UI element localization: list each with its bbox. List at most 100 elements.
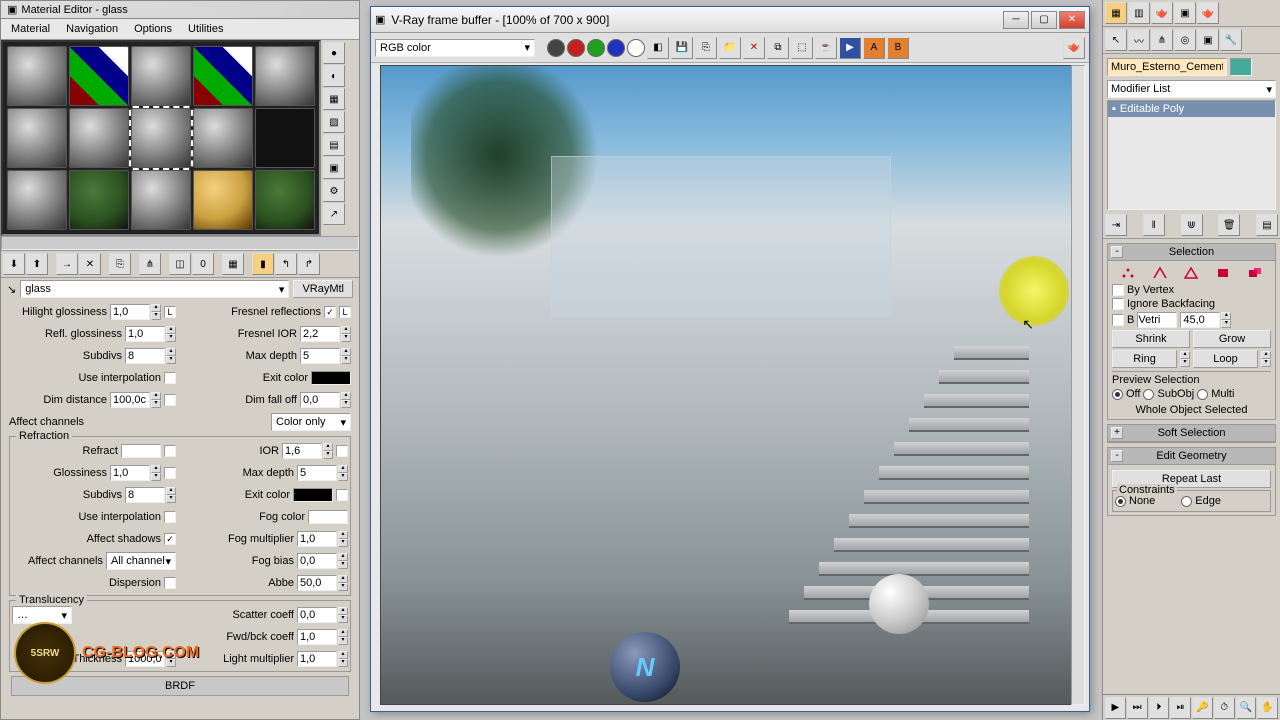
- sample-slot[interactable]: [255, 46, 315, 106]
- zoom-icon[interactable]: 🔍: [1236, 697, 1257, 719]
- green-channel-icon[interactable]: [587, 39, 605, 57]
- border-subobj-icon[interactable]: [1183, 266, 1199, 280]
- refr-ior-input[interactable]: [282, 443, 322, 459]
- select-icon[interactable]: ↖: [1105, 29, 1127, 51]
- sample-slot[interactable]: [193, 46, 253, 106]
- preview-icon[interactable]: ▣: [323, 157, 345, 179]
- track-mouse-icon[interactable]: ⬚: [791, 37, 813, 59]
- dim-checkbox[interactable]: [164, 394, 176, 406]
- sample-slot[interactable]: [69, 170, 129, 230]
- pan-icon[interactable]: ✋: [1257, 697, 1278, 719]
- assign-to-sel-icon[interactable]: →: [56, 253, 78, 275]
- by-field-input[interactable]: [1137, 312, 1177, 328]
- element-subobj-icon[interactable]: [1247, 266, 1263, 280]
- rollout-toggle[interactable]: -: [1111, 246, 1123, 258]
- clone-icon[interactable]: ⧉: [767, 37, 789, 59]
- refr-interp-checkbox[interactable]: [164, 511, 176, 523]
- angle-input[interactable]: [1180, 312, 1220, 328]
- sample-type-icon[interactable]: ●: [323, 42, 345, 64]
- preview-off-radio[interactable]: [1112, 389, 1123, 400]
- hierarchy-icon[interactable]: ⋔: [1151, 29, 1173, 51]
- menu-options[interactable]: Options: [126, 21, 180, 37]
- sample-slot[interactable]: [7, 170, 67, 230]
- motion-tab-icon[interactable]: ▣: [1174, 2, 1196, 24]
- show-in-vp-icon[interactable]: ▦: [222, 253, 244, 275]
- configure-icon[interactable]: ▤: [1256, 214, 1278, 236]
- subdivs-input[interactable]: [125, 348, 165, 364]
- object-name-input[interactable]: [1107, 58, 1227, 76]
- maximize-button[interactable]: ▢: [1031, 11, 1057, 29]
- key-mode-icon[interactable]: 🔑: [1192, 697, 1213, 719]
- loop-button[interactable]: Loop: [1193, 350, 1258, 368]
- dim-falloff-input[interactable]: [300, 392, 340, 408]
- preview-multi-radio[interactable]: [1197, 389, 1208, 400]
- show-end-icon[interactable]: ‖: [1143, 214, 1165, 236]
- make-copy-icon[interactable]: ⎘: [109, 253, 131, 275]
- sample-slot[interactable]: [193, 170, 253, 230]
- dispersion-checkbox[interactable]: [164, 577, 176, 589]
- ring-button[interactable]: Ring: [1112, 350, 1177, 368]
- object-color-swatch[interactable]: [1230, 58, 1252, 76]
- clear-icon[interactable]: ✕: [743, 37, 765, 59]
- material-type-button[interactable]: VRayMtl: [293, 280, 353, 298]
- options-icon[interactable]: ⚙: [323, 180, 345, 202]
- fresnel-ior-input[interactable]: [300, 326, 340, 342]
- preview-subobj-radio[interactable]: [1143, 389, 1154, 400]
- menu-navigation[interactable]: Navigation: [58, 21, 126, 37]
- refl-gloss-input[interactable]: [125, 326, 165, 342]
- abbe-input[interactable]: [297, 575, 337, 591]
- material-name-dropdown[interactable]: glass▾: [20, 280, 289, 298]
- play-icon[interactable]: ⏵: [1149, 697, 1170, 719]
- softsel-rollout-title[interactable]: Soft Selection: [1158, 427, 1226, 439]
- modifier-list-dropdown[interactable]: Modifier List▾: [1107, 80, 1276, 98]
- fresnel-checkbox[interactable]: ✓: [324, 306, 336, 318]
- minimize-button[interactable]: ─: [1003, 11, 1029, 29]
- sample-slot[interactable]: [255, 108, 315, 168]
- fog-bias-input[interactable]: [297, 553, 337, 569]
- exit-color-swatch[interactable]: [311, 371, 351, 385]
- sample-uv-icon[interactable]: ▨: [323, 111, 345, 133]
- fog-color-swatch[interactable]: [308, 510, 348, 524]
- shrink-button[interactable]: Shrink: [1112, 330, 1190, 348]
- refract-color-swatch[interactable]: [121, 444, 161, 458]
- affect-shadows-checkbox[interactable]: ✓: [164, 533, 176, 545]
- backlight-icon[interactable]: ◐: [323, 65, 345, 87]
- render-last-icon[interactable]: 🫖: [1063, 37, 1085, 59]
- affect-ch-dropdown[interactable]: Color only▾: [271, 413, 351, 431]
- hilight-gloss-input[interactable]: [110, 304, 150, 320]
- modify-tab-icon[interactable]: ▥: [1128, 2, 1150, 24]
- refr-affect-dropdown[interactable]: All channel▾: [106, 552, 176, 570]
- save-all-icon[interactable]: ⎘: [695, 37, 717, 59]
- channel-dropdown[interactable]: RGB color▾: [375, 39, 535, 57]
- blue-channel-icon[interactable]: [607, 39, 625, 57]
- region-icon[interactable]: ☕: [815, 37, 837, 59]
- next-frame-icon[interactable]: ⏯: [1170, 697, 1191, 719]
- alpha-channel-icon[interactable]: [627, 39, 645, 57]
- sample-slot[interactable]: [193, 108, 253, 168]
- menu-material[interactable]: Material: [3, 21, 58, 37]
- use-interp-checkbox[interactable]: [164, 372, 176, 384]
- select-by-mat-icon[interactable]: ↗: [323, 203, 345, 225]
- refract-map-btn[interactable]: [164, 445, 176, 457]
- maxdepth-input[interactable]: [300, 348, 340, 364]
- sample-slot[interactable]: [255, 170, 315, 230]
- refr-exit-swatch[interactable]: [293, 488, 333, 502]
- create-tab-icon[interactable]: ▦: [1105, 2, 1127, 24]
- spin-up-icon[interactable]: ▴: [151, 304, 161, 312]
- util-icon[interactable]: 🔧: [1220, 29, 1242, 51]
- red-channel-icon[interactable]: [567, 39, 585, 57]
- lock-icon[interactable]: L: [339, 306, 351, 318]
- vfb-titlebar[interactable]: ▣ V-Ray frame buffer - [100% of 700 x 90…: [371, 7, 1089, 33]
- reset-icon[interactable]: ✕: [79, 253, 101, 275]
- compare-a-icon[interactable]: A: [863, 37, 885, 59]
- display-tab-icon[interactable]: 🫖: [1197, 2, 1219, 24]
- spin-down-icon[interactable]: ▾: [151, 312, 161, 320]
- rollout-toggle[interactable]: -: [1111, 450, 1123, 462]
- video-check-icon[interactable]: ▤: [323, 134, 345, 156]
- mat-id-icon[interactable]: 0: [192, 253, 214, 275]
- menu-utilities[interactable]: Utilities: [180, 21, 231, 37]
- dim-dist-input[interactable]: [110, 392, 150, 408]
- time-config-icon[interactable]: ⏱: [1214, 697, 1235, 719]
- get-material-icon[interactable]: ⬇: [3, 253, 25, 275]
- sample-slot[interactable]: [7, 108, 67, 168]
